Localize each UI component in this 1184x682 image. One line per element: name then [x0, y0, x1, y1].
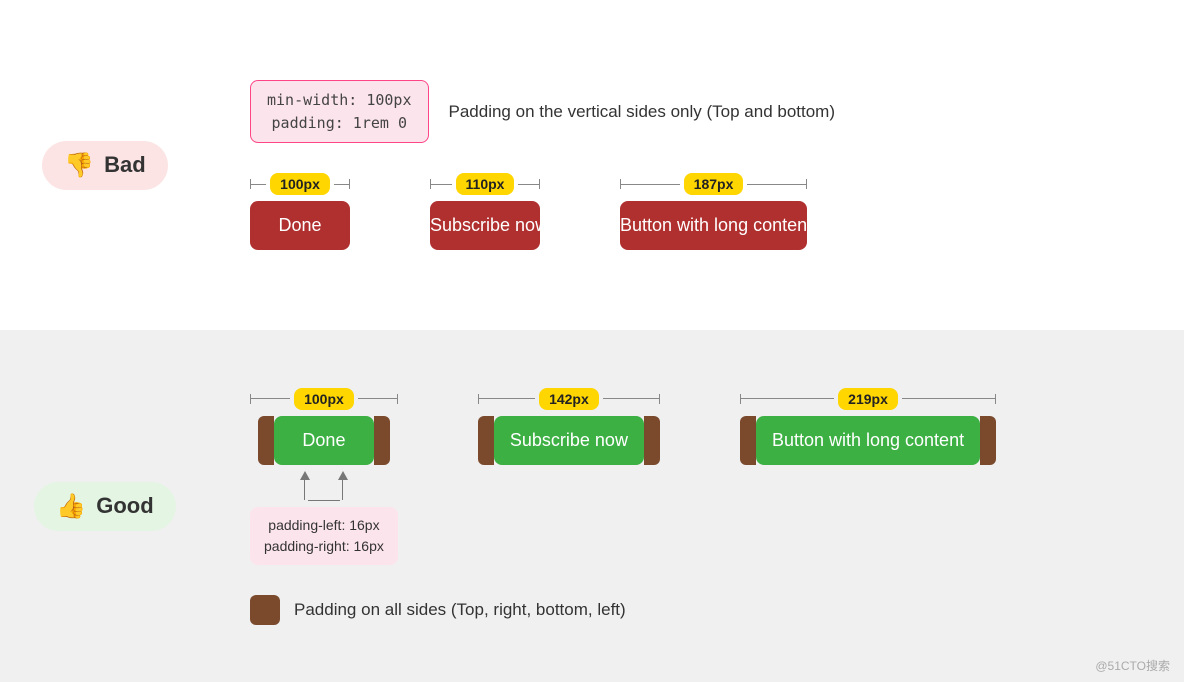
padding-note-line1: padding-left: 16px: [268, 517, 379, 533]
good-buttons-row: 100px Done: [250, 388, 1144, 565]
sidebar-good: 👍 Good: [0, 482, 210, 531]
long-padding-right: [980, 416, 996, 465]
long-width-bracket: 187px: [620, 173, 807, 195]
bad-done-demo: 100px Done: [250, 173, 350, 250]
good-long-wrapper: Button with long content: [740, 416, 996, 465]
good-subscribe-width-tag: 142px: [539, 388, 599, 410]
good-done-demo: 100px Done: [250, 388, 398, 565]
subscribe-padding-left: [478, 416, 494, 465]
sidebar-bad: 👎 Bad: [0, 141, 210, 190]
long-padding-left: [740, 416, 756, 465]
bottom-legend-row: Padding on all sides (Top, right, bottom…: [250, 595, 1144, 625]
left-arrow: [300, 471, 310, 500]
good-badge: 👍 Good: [34, 482, 175, 531]
good-subscribe-width-bracket: 142px: [478, 388, 660, 410]
bad-buttons-row: 100px Done 110px: [250, 173, 1144, 250]
top-description: Padding on the vertical sides only (Top …: [449, 102, 836, 122]
thumbs-down-icon: 👎: [64, 151, 94, 180]
done-width-tag: 100px: [270, 173, 330, 195]
good-done-width-tag: 100px: [294, 388, 354, 410]
code-line2: padding: 1rem 0: [272, 114, 407, 132]
subscribe-width-tag: 110px: [456, 173, 515, 195]
bad-done-button[interactable]: Done: [250, 201, 350, 250]
bad-subscribe-demo: 110px Subscribe now: [430, 173, 540, 250]
bottom-content-area: 100px Done: [210, 388, 1184, 625]
subscribe-width-bracket: 110px: [430, 173, 540, 195]
bad-long-button[interactable]: Button with long content: [620, 201, 807, 250]
padding-arrows: [250, 471, 398, 501]
bad-label: Bad: [104, 152, 146, 178]
bad-long-demo: 187px Button with long content: [620, 173, 807, 250]
code-badge: min-width: 100px padding: 1rem 0: [250, 80, 429, 143]
padding-note: padding-left: 16px padding-right: 16px: [250, 507, 398, 565]
top-info-row: min-width: 100px padding: 1rem 0 Padding…: [250, 80, 1144, 143]
bad-subscribe-button[interactable]: Subscribe now: [430, 201, 540, 250]
page-container: 👎 Bad min-width: 100px padding: 1rem 0 P…: [0, 0, 1184, 682]
good-subscribe-button[interactable]: Subscribe now: [494, 416, 644, 465]
legend-text: Padding on all sides (Top, right, bottom…: [294, 600, 626, 620]
top-section: 👎 Bad min-width: 100px padding: 1rem 0 P…: [0, 0, 1184, 330]
good-long-demo: 219px Button with long content: [740, 388, 996, 465]
good-long-button[interactable]: Button with long content: [756, 416, 980, 465]
watermark: @51CTO搜索: [1095, 657, 1170, 674]
brown-swatch: [250, 595, 280, 625]
code-line1: min-width: 100px: [267, 91, 412, 109]
padding-left-indicator: [258, 416, 274, 465]
top-content-area: min-width: 100px padding: 1rem 0 Padding…: [210, 80, 1184, 250]
thumbs-up-icon: 👍: [56, 492, 86, 521]
padding-note-line2: padding-right: 16px: [264, 538, 384, 554]
good-done-button[interactable]: Done: [274, 416, 374, 465]
subscribe-padding-right: [644, 416, 660, 465]
bad-badge: 👎 Bad: [42, 141, 167, 190]
long-width-tag: 187px: [684, 173, 744, 195]
good-long-width-tag: 219px: [838, 388, 898, 410]
done-width-bracket: 100px: [250, 173, 350, 195]
good-label: Good: [96, 493, 153, 519]
good-subscribe-wrapper: Subscribe now: [478, 416, 660, 465]
good-long-width-bracket: 219px: [740, 388, 996, 410]
good-done-wrapper: Done: [258, 416, 390, 465]
right-arrow: [338, 471, 348, 500]
padding-right-indicator: [374, 416, 390, 465]
good-subscribe-demo: 142px Subscribe now: [478, 388, 660, 465]
good-done-width-bracket: 100px: [250, 388, 398, 410]
bottom-section: 👍 Good 100px: [0, 330, 1184, 682]
